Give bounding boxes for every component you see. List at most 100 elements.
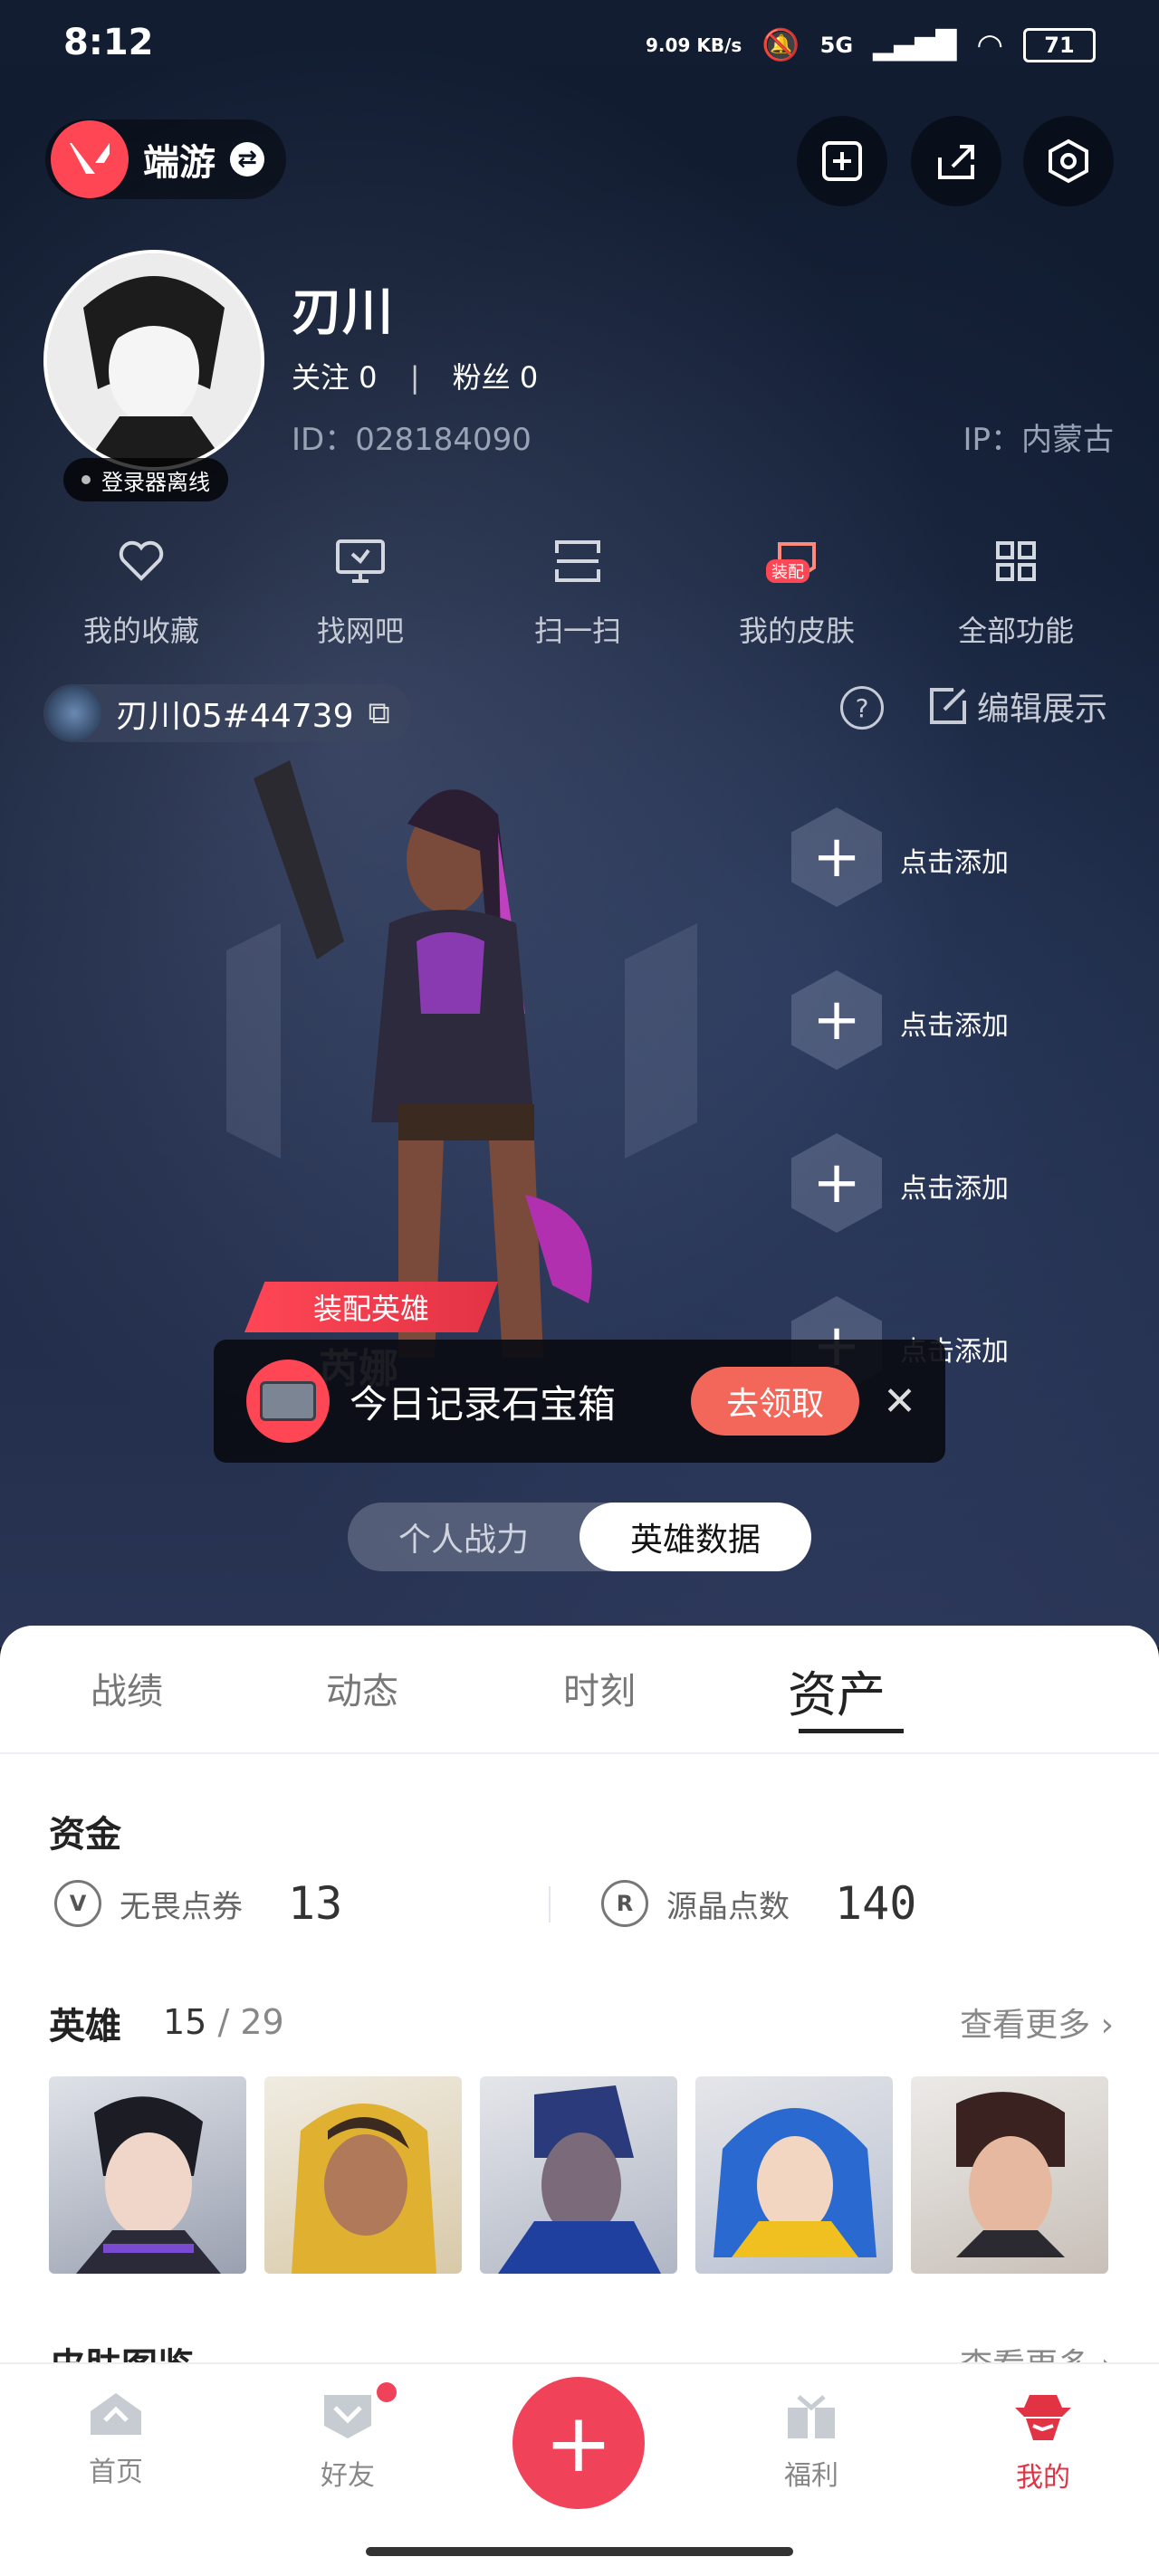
fans-count[interactable]: 粉丝 0: [453, 360, 539, 395]
login-status-text: 登录器离线: [101, 469, 210, 495]
add-slot-label: 点击添加: [900, 847, 1009, 879]
riot-account-chip[interactable]: 刃川05#44739 ⧉: [43, 684, 412, 742]
view-more-label: 查看更多: [960, 2007, 1091, 2044]
chevron-right-icon: ›: [1100, 2007, 1114, 2044]
quick-action-favorites[interactable]: 我的收藏: [51, 534, 232, 650]
currency-rp: R 源晶点数 140: [601, 1877, 916, 1930]
currency-rp-label: 源晶点数: [666, 1888, 790, 1925]
valorant-points-icon: V: [54, 1880, 101, 1927]
hero-card[interactable]: [695, 2076, 893, 2274]
tab-feed[interactable]: 动态: [326, 1662, 398, 1714]
help-icon[interactable]: ?: [840, 686, 884, 730]
battery-indicator: 71: [1023, 28, 1096, 62]
add-slot-2[interactable]: +: [791, 970, 882, 1070]
hero-portrait-5: [956, 2092, 1065, 2257]
quick-action-label: 我的皮肤: [738, 614, 855, 648]
share-icon: [938, 145, 974, 179]
hero-portrait-4: [714, 2108, 876, 2257]
heroes-view-more[interactable]: 查看更多 ›: [960, 1999, 1114, 2046]
heroes-total: / 29: [217, 2002, 284, 2042]
valorant-logo-icon: [51, 120, 129, 198]
monitor-icon: [333, 534, 388, 588]
quick-action-skins[interactable]: 装配 我的皮肤: [706, 534, 887, 650]
currency-vp: V 无畏点券 13: [54, 1877, 342, 1930]
add-slot-3[interactable]: +: [791, 1133, 882, 1233]
quick-action-all-features[interactable]: 全部功能: [925, 534, 1106, 650]
create-post-button[interactable]: +: [512, 2377, 645, 2509]
nav-welfare[interactable]: 福利: [748, 2390, 875, 2493]
follow-stats: 关注 0 | 粉丝 0: [292, 360, 539, 395]
active-tab-indicator: [799, 1729, 904, 1733]
settings-button[interactable]: [1023, 116, 1114, 206]
signal-label: 5G: [819, 33, 854, 58]
nav-home-label: 首页: [89, 2457, 143, 2488]
plus-icon: +: [791, 1133, 882, 1233]
add-post-button[interactable]: [797, 116, 887, 206]
quick-action-scan[interactable]: 扫一扫: [487, 534, 668, 650]
currency-vp-value: 13: [288, 1877, 343, 1930]
home-indicator: [366, 2547, 793, 2556]
quick-action-internet-cafe[interactable]: 找网吧: [270, 534, 451, 650]
skin-equip-badge: 装配: [766, 559, 809, 583]
quick-action-label: 我的收藏: [82, 614, 199, 648]
close-icon[interactable]: ✕: [883, 1379, 916, 1425]
segment-hero-data[interactable]: 英雄数据: [580, 1503, 811, 1571]
quick-action-label: 找网吧: [316, 614, 404, 648]
nav-me[interactable]: 我的: [980, 2390, 1106, 2495]
profile-tabs: 战绩 动态 时刻 资产: [0, 1655, 1159, 1745]
game-switch-pill[interactable]: 端游 ⇄: [45, 119, 286, 199]
hero-card[interactable]: [480, 2076, 677, 2274]
hero-card[interactable]: [264, 2076, 462, 2274]
share-button[interactable]: [911, 116, 1001, 206]
user-id: ID：028184090: [292, 422, 532, 458]
status-icons: 9.09 KB/s 🔕 5G ▂▄▆█ ◠ 71: [646, 27, 1096, 63]
heroes-title: 英雄: [49, 2006, 121, 2047]
tab-moments[interactable]: 时刻: [563, 1662, 636, 1714]
home-icon: [91, 2393, 141, 2435]
net-speed: 9.09 KB/s: [646, 34, 742, 56]
nav-home[interactable]: 首页: [53, 2390, 179, 2489]
currency-vp-label: 无畏点券: [120, 1888, 243, 1925]
claim-button[interactable]: 去领取: [691, 1367, 860, 1436]
nav-welfare-label: 福利: [784, 2460, 838, 2492]
following-count[interactable]: 关注 0: [292, 360, 378, 395]
edit-display-button[interactable]: 编辑展示: [928, 682, 1107, 730]
notification-dot: [377, 2382, 397, 2402]
add-slot-label: 点击添加: [900, 1010, 1009, 1042]
avatar[interactable]: [43, 250, 264, 471]
edit-icon: [930, 688, 966, 724]
friends-icon: [324, 2395, 371, 2438]
tab-assets[interactable]: 资产: [788, 1655, 886, 1726]
add-slot-1[interactable]: +: [791, 807, 882, 907]
hero-card[interactable]: [49, 2076, 246, 2274]
swap-icon: ⇄: [230, 142, 264, 177]
nav-friends[interactable]: 好友: [284, 2390, 411, 2493]
plus-icon: +: [791, 807, 882, 907]
heart-icon: [114, 534, 168, 588]
scan-icon: [551, 534, 605, 588]
segment-personal-power[interactable]: 个人战力: [348, 1503, 580, 1571]
nav-me-label: 我的: [1016, 2462, 1070, 2494]
heroes-owned: 15: [163, 2002, 207, 2042]
stats-segmented-control: 个人战力 英雄数据: [348, 1503, 811, 1571]
add-slot-label: 点击添加: [900, 1173, 1009, 1205]
radianite-points-icon: R: [601, 1880, 648, 1927]
status-dot: [81, 475, 91, 484]
settings-hexagon-icon: [1049, 138, 1088, 184]
grid-icon: [989, 534, 1043, 588]
currency-divider: [549, 1886, 551, 1922]
hero-portrait-2: [292, 2104, 436, 2274]
hero-card[interactable]: [911, 2076, 1108, 2274]
mute-icon: 🔕: [761, 27, 800, 63]
copy-icon[interactable]: ⧉: [369, 695, 390, 731]
tab-records[interactable]: 战绩: [91, 1662, 163, 1714]
ip-location: IP：内蒙古: [963, 422, 1114, 458]
riot-id: 刃川05#44739: [116, 698, 354, 735]
agent-profile-icon: [1015, 2395, 1071, 2440]
edit-display-label: 编辑展示: [977, 691, 1108, 728]
quick-action-label: 全部功能: [957, 614, 1074, 648]
login-status-badge: 登录器离线: [63, 458, 228, 501]
hero-portrait-1: [76, 2096, 221, 2274]
hero-portrait-3: [498, 2085, 661, 2274]
daily-chest-toast: 今日记录石宝箱 去领取 ✕: [214, 1340, 945, 1463]
